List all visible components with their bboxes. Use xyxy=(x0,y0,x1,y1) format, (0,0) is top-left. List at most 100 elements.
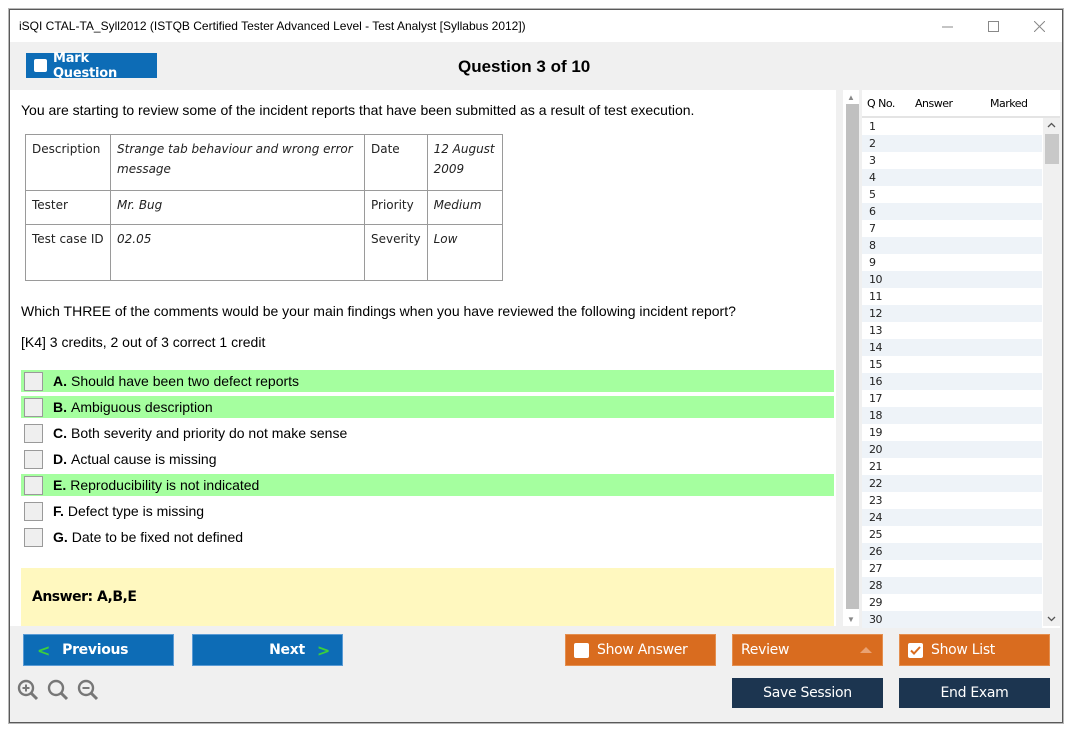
option-letter: B. xyxy=(53,399,67,415)
option-c[interactable]: C. Both severity and priority do not mak… xyxy=(21,422,834,444)
option-letter: D. xyxy=(53,451,67,467)
list-scroll-thumb[interactable] xyxy=(1045,134,1059,164)
list-item[interactable]: 27 xyxy=(862,560,1042,577)
list-item[interactable]: 24 xyxy=(862,509,1042,526)
list-item[interactable]: 1 xyxy=(862,118,1042,135)
list-item[interactable]: 4 xyxy=(862,169,1042,186)
option-text: Actual cause is missing xyxy=(71,451,217,467)
list-item[interactable]: 29 xyxy=(862,594,1042,611)
option-checkbox[interactable] xyxy=(24,397,43,417)
list-item[interactable]: 7 xyxy=(862,220,1042,237)
end-exam-button[interactable]: End Exam xyxy=(899,678,1050,708)
scroll-down-icon[interactable]: ▼ xyxy=(843,612,859,626)
review-label: Review xyxy=(741,642,790,658)
answer-reveal: Answer: A,B,E xyxy=(21,568,834,626)
next-button[interactable]: Next > xyxy=(192,634,343,666)
zoom-out-icon[interactable] xyxy=(76,678,102,704)
option-checkbox[interactable] xyxy=(24,475,43,495)
show-answer-toggle[interactable]: Show Answer xyxy=(565,634,716,666)
question-list-scrollbar[interactable] xyxy=(1043,118,1060,626)
app-window: iSQI CTAL-TA_Syll2012 (ISTQB Certified T… xyxy=(9,9,1063,723)
incident-label: Description xyxy=(25,134,111,191)
review-dropdown[interactable]: Review xyxy=(732,634,883,666)
incident-value: Low xyxy=(426,224,503,281)
incident-value: Strange tab behaviour and wrong error me… xyxy=(110,134,365,191)
save-session-label: Save Session xyxy=(763,685,852,701)
list-item[interactable]: 28 xyxy=(862,577,1042,594)
list-item[interactable]: 20 xyxy=(862,441,1042,458)
minimize-button[interactable] xyxy=(924,10,970,42)
list-item[interactable]: 11 xyxy=(862,288,1042,305)
question-text: Which THREE of the comments would be you… xyxy=(21,303,736,319)
incident-value: Medium xyxy=(426,190,503,225)
incident-label: Priority xyxy=(364,190,428,225)
list-item[interactable]: 3 xyxy=(862,152,1042,169)
list-item[interactable]: 12 xyxy=(862,305,1042,322)
mark-question-button[interactable]: Mark Question xyxy=(26,51,157,81)
option-checkbox[interactable] xyxy=(24,423,43,443)
list-item[interactable]: 8 xyxy=(862,237,1042,254)
option-checkbox[interactable] xyxy=(24,449,43,469)
answer-text: Answer: A,B,E xyxy=(32,589,137,605)
list-item[interactable]: 21 xyxy=(862,458,1042,475)
option-a[interactable]: A. Should have been two defect reports xyxy=(21,370,834,392)
list-item[interactable]: 30 xyxy=(862,611,1042,628)
previous-label: Previous xyxy=(62,642,129,658)
option-checkbox[interactable] xyxy=(24,527,43,547)
option-e[interactable]: E. Reproducibility is not indicated xyxy=(21,474,834,496)
list-item[interactable]: 25 xyxy=(862,526,1042,543)
show-answer-checkbox[interactable] xyxy=(574,642,589,658)
minimize-icon xyxy=(941,26,953,27)
question-counter: Question 3 of 10 xyxy=(458,57,591,76)
chevron-down-icon[interactable] xyxy=(1043,612,1060,626)
col-marked: Marked xyxy=(990,96,1028,110)
previous-button[interactable]: < Previous xyxy=(23,634,174,666)
list-item[interactable]: 23 xyxy=(862,492,1042,509)
content-scrollbar[interactable]: ▲ ▼ xyxy=(843,90,859,626)
window-controls xyxy=(924,10,1062,42)
scroll-up-icon[interactable]: ▲ xyxy=(843,90,859,104)
option-checkbox[interactable] xyxy=(24,371,43,391)
maximize-button[interactable] xyxy=(970,10,1016,42)
save-session-button[interactable]: Save Session xyxy=(732,678,883,708)
question-list: Q No. Answer Marked 1 2 3 4 5 6 7 8 9 10… xyxy=(862,90,1060,628)
incident-value: 02.05 xyxy=(110,224,365,281)
next-label: Next xyxy=(269,642,305,658)
list-item[interactable]: 6 xyxy=(862,203,1042,220)
show-list-toggle[interactable]: Show List xyxy=(899,634,1050,666)
list-item[interactable]: 9 xyxy=(862,254,1042,271)
option-text: Should have been two defect reports xyxy=(71,373,300,389)
list-item[interactable]: 18 xyxy=(862,407,1042,424)
list-item[interactable]: 19 xyxy=(862,424,1042,441)
incident-report-table: Description Strange tab behaviour and wr… xyxy=(25,134,503,281)
show-list-checkbox[interactable] xyxy=(908,642,923,658)
list-item[interactable]: 14 xyxy=(862,339,1042,356)
list-item[interactable]: 16 xyxy=(862,373,1042,390)
incident-row-tester: Tester Mr. Bug Priority Medium xyxy=(25,190,503,225)
scroll-thumb[interactable] xyxy=(846,104,859,609)
zoom-in-icon[interactable] xyxy=(16,678,42,704)
zoom-reset-icon[interactable] xyxy=(46,678,72,704)
list-item[interactable]: 22 xyxy=(862,475,1042,492)
list-item[interactable]: 10 xyxy=(862,271,1042,288)
option-letter: C. xyxy=(53,425,67,441)
option-d[interactable]: D. Actual cause is missing xyxy=(21,448,834,470)
list-item[interactable]: 17 xyxy=(862,390,1042,407)
chevron-up-icon[interactable] xyxy=(1043,118,1060,132)
option-letter: E. xyxy=(53,477,67,493)
incident-row-description: Description Strange tab behaviour and wr… xyxy=(25,134,503,191)
list-item[interactable]: 13 xyxy=(862,322,1042,339)
option-f[interactable]: F. Defect type is missing xyxy=(21,500,834,522)
incident-value: Mr. Bug xyxy=(110,190,365,225)
option-checkbox[interactable] xyxy=(24,501,43,521)
option-g[interactable]: G. Date to be fixed not defined xyxy=(21,526,834,548)
list-item[interactable]: 2 xyxy=(862,135,1042,152)
list-item[interactable]: 15 xyxy=(862,356,1042,373)
list-item[interactable]: 26 xyxy=(862,543,1042,560)
list-item[interactable]: 5 xyxy=(862,186,1042,203)
question-list-header: Q No. Answer Marked xyxy=(862,90,1060,118)
option-b[interactable]: B. Ambiguous description xyxy=(21,396,834,418)
close-button[interactable] xyxy=(1016,10,1062,42)
mark-question-checkbox[interactable] xyxy=(34,59,47,72)
option-letter: G. xyxy=(53,529,68,545)
